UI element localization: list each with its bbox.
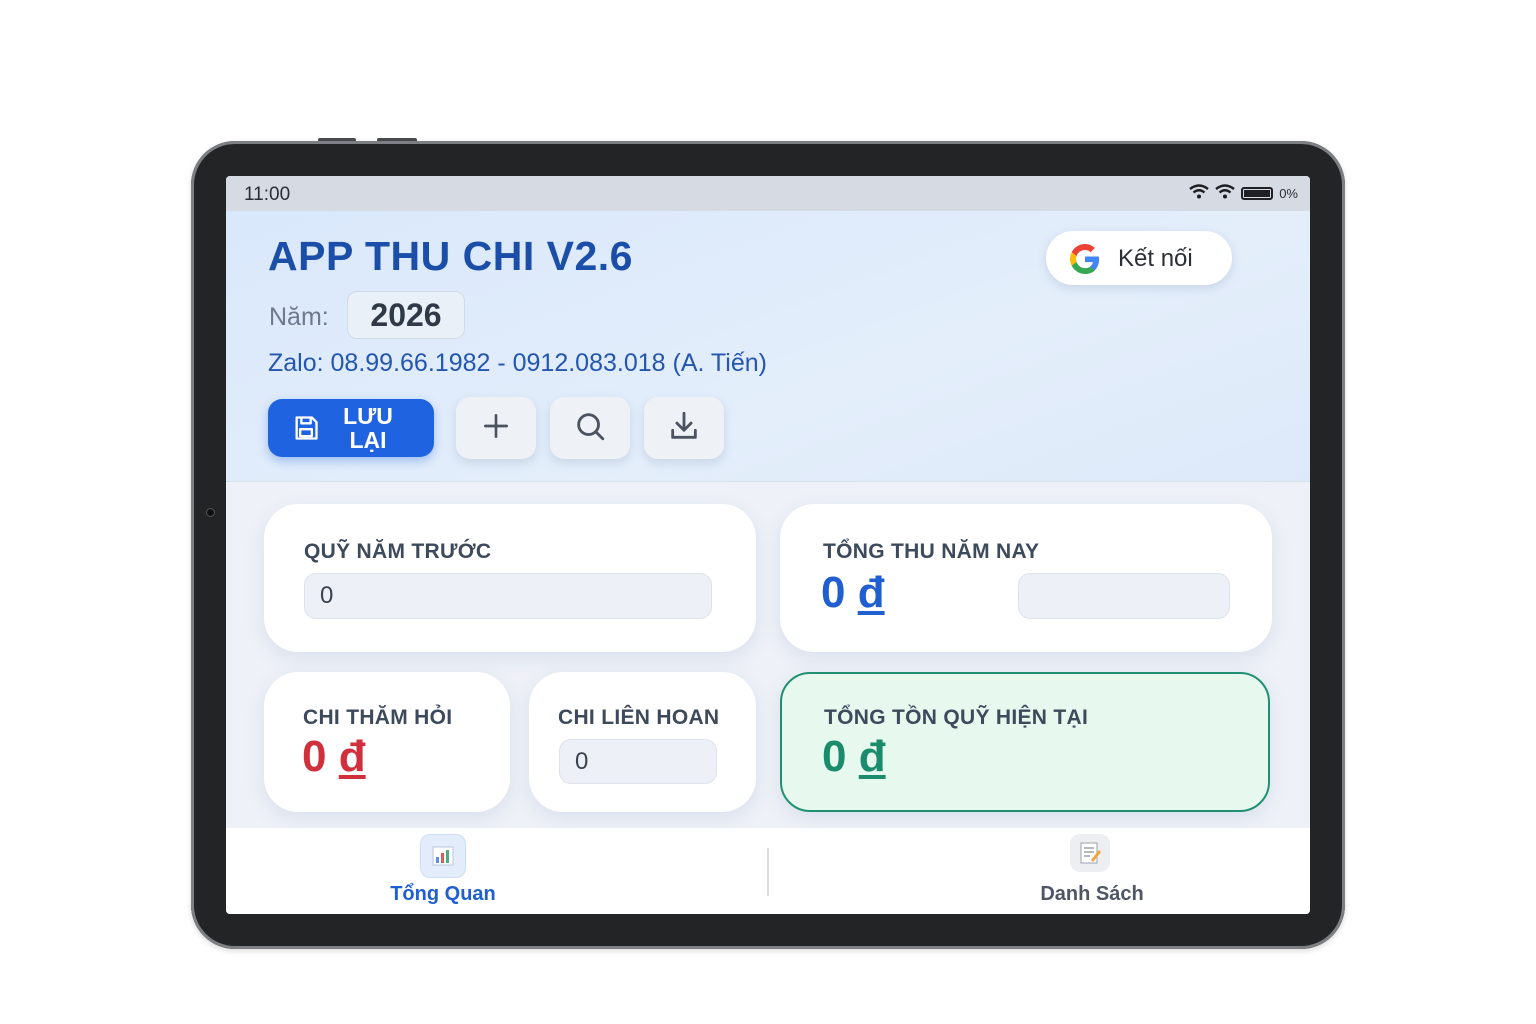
save-button[interactable]: LƯU LẠI xyxy=(268,399,434,457)
currency-symbol: đ xyxy=(858,732,886,781)
card-title: QUỸ NĂM TRƯỚC xyxy=(304,540,492,563)
screen: 11:00 0% APP THU CHI V2.6 Năm: 2026 Zalo… xyxy=(226,176,1310,914)
party-expense-input[interactable]: 0 xyxy=(559,739,717,784)
battery-level: 0% xyxy=(1279,186,1298,201)
currency-symbol: đ xyxy=(857,568,885,617)
wifi-icon xyxy=(1215,184,1235,203)
save-label-line1: LƯU xyxy=(343,403,393,429)
save-icon xyxy=(292,414,320,447)
visit-expense-card: CHI THĂM HỎI 0 đ xyxy=(264,672,510,812)
status-bar: 11:00 0% xyxy=(226,176,1310,211)
header: APP THU CHI V2.6 Năm: 2026 Zalo: 08.99.6… xyxy=(226,211,1310,482)
amount-value: 0 xyxy=(821,568,846,617)
amount-value: 0 xyxy=(302,732,327,781)
battery-icon xyxy=(1241,187,1274,200)
card-title: CHI LIÊN HOAN xyxy=(558,706,720,729)
party-expense-card: CHI LIÊN HOAN 0 xyxy=(529,672,756,812)
plus-icon xyxy=(480,410,512,447)
search-icon xyxy=(573,409,607,448)
connect-label: Kết nối xyxy=(1118,245,1193,272)
bottom-navigation: Tổng Quan Danh Sách xyxy=(226,828,1310,914)
tab-overview[interactable]: Tổng Quan xyxy=(293,828,593,914)
prev-fund-input[interactable]: 0 xyxy=(304,573,712,619)
income-input[interactable] xyxy=(1018,573,1230,619)
total-income-amount: 0 đ xyxy=(821,568,885,618)
download-icon xyxy=(667,409,701,448)
wifi-icon xyxy=(1189,184,1209,203)
status-time: 11:00 xyxy=(244,184,291,205)
download-button[interactable] xyxy=(644,397,724,459)
current-fund-amount: 0 đ xyxy=(822,732,886,782)
amount-value: 0 xyxy=(822,732,847,781)
bar-chart-icon xyxy=(420,834,466,878)
tab-label: Danh Sách xyxy=(1040,883,1144,905)
card-title: CHI THĂM HỎI xyxy=(303,706,453,729)
prev-year-fund-card: QUỸ NĂM TRƯỚC 0 xyxy=(264,504,756,652)
current-fund-card: TỔNG TỒN QUỸ HIỆN TẠI 0 đ xyxy=(780,672,1270,812)
status-icons: 0% xyxy=(1189,184,1298,203)
memo-icon xyxy=(1070,834,1110,872)
nav-divider xyxy=(767,848,769,896)
currency-symbol: đ xyxy=(338,732,366,781)
google-icon xyxy=(1070,244,1100,279)
save-label-line2: LẠI xyxy=(349,427,387,453)
year-selector[interactable]: 2026 xyxy=(347,291,465,339)
tab-list[interactable]: Danh Sách xyxy=(942,828,1242,914)
card-title: TỔNG TỒN QUỸ HIỆN TẠI xyxy=(824,706,1089,729)
app-title: APP THU CHI V2.6 xyxy=(268,233,633,279)
visit-expense-amount: 0 đ xyxy=(302,732,366,782)
search-button[interactable] xyxy=(550,397,630,459)
total-income-card: TỔNG THU NĂM NAY 0 đ xyxy=(780,504,1272,652)
add-button[interactable] xyxy=(456,397,536,459)
card-title: TỔNG THU NĂM NAY xyxy=(823,540,1040,563)
tab-label: Tổng Quan xyxy=(390,883,496,905)
contact-info: Zalo: 08.99.66.1982 - 0912.083.018 (A. T… xyxy=(268,349,767,377)
front-camera xyxy=(207,509,214,516)
google-connect-button[interactable]: Kết nối xyxy=(1046,231,1232,285)
save-label: LƯU LẠI xyxy=(338,404,398,452)
year-label: Năm: xyxy=(269,303,329,331)
